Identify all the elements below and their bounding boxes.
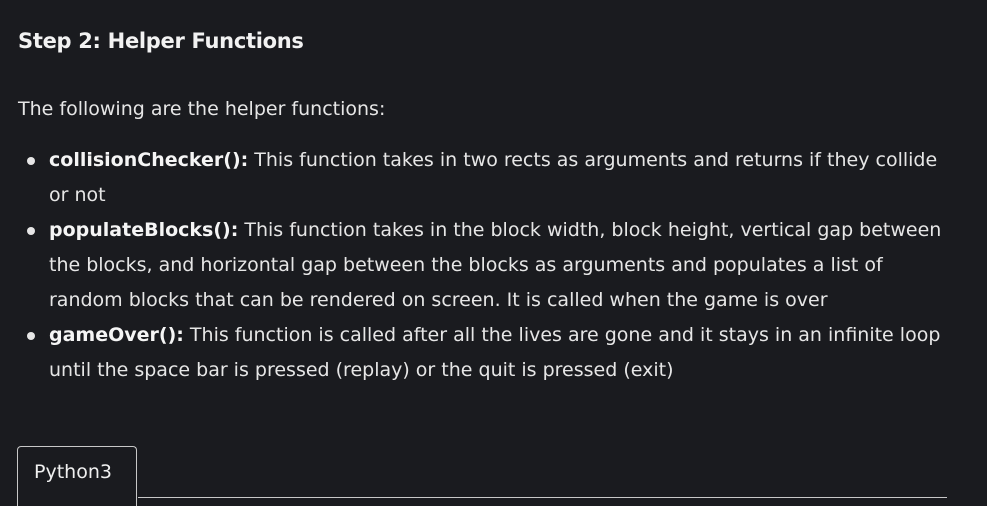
function-name: collisionChecker(): <box>49 149 249 171</box>
bullet-icon <box>27 332 35 340</box>
intro-paragraph: The following are the helper functions: <box>18 98 386 120</box>
section-heading: Step 2: Helper Functions <box>18 29 304 53</box>
tab-python3[interactable]: Python3 <box>17 446 137 506</box>
list-item-collision-checker: collisionChecker(): This function takes … <box>18 143 948 213</box>
list-item-game-over: gameOver(): This function is called afte… <box>18 318 948 388</box>
helper-functions-list: collisionChecker(): This function takes … <box>18 143 948 388</box>
bullet-icon <box>27 227 35 235</box>
list-item-populate-blocks: populateBlocks(): This function takes in… <box>18 213 948 318</box>
bullet-icon <box>27 157 35 165</box>
function-name: gameOver(): <box>49 324 184 346</box>
code-tab-bar: Python3 <box>17 446 947 506</box>
tab-label: Python3 <box>34 461 112 483</box>
tab-divider <box>138 497 947 498</box>
function-name: populateBlocks(): <box>49 219 239 241</box>
